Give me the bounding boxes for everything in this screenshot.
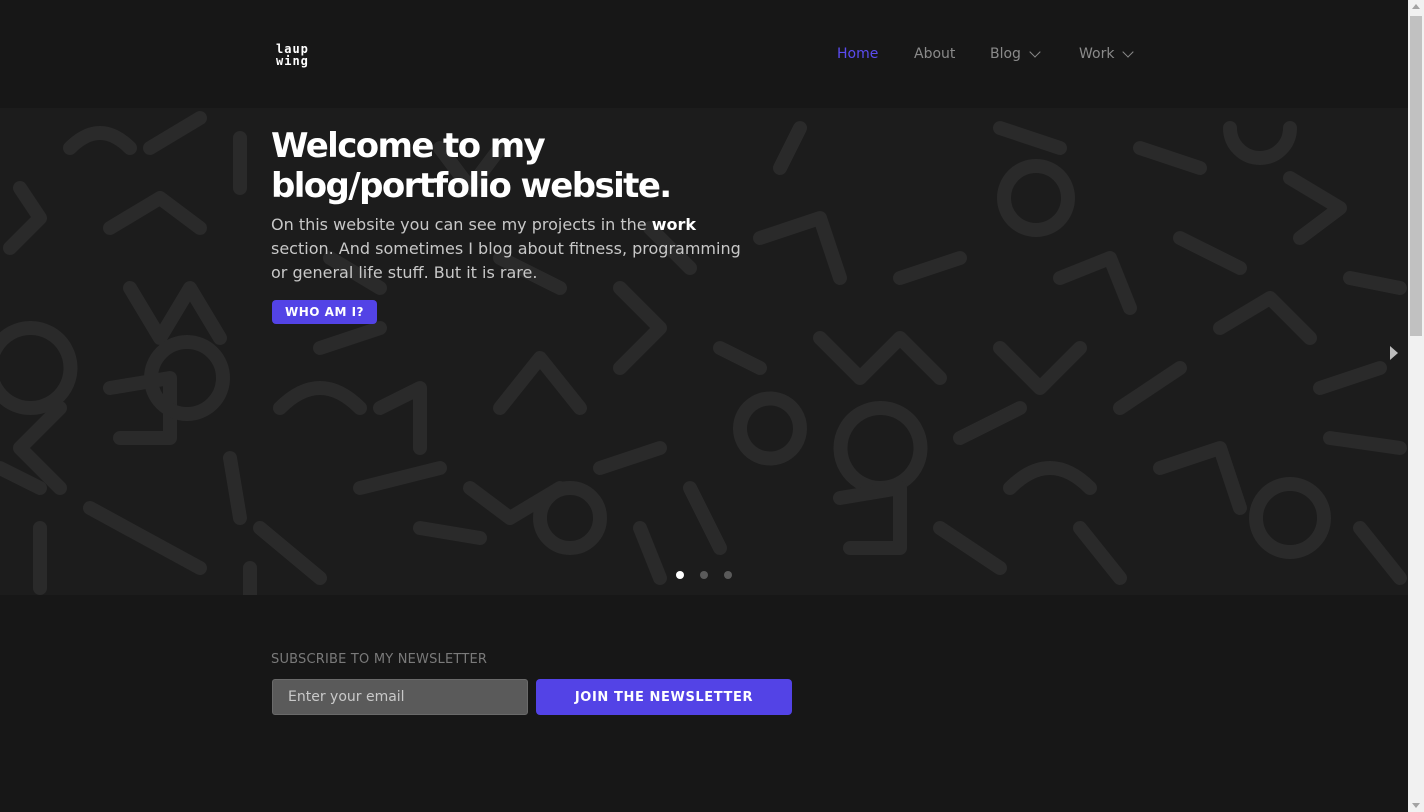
scroll-down-icon[interactable]	[1412, 803, 1420, 808]
scrollbar-thumb[interactable]	[1410, 16, 1422, 336]
hero-title-line2: blog/portfolio website.	[271, 166, 672, 206]
slider-dots	[676, 571, 732, 579]
nav-about-link[interactable]: About	[914, 44, 955, 64]
hero-description: On this website you can see my projects …	[271, 213, 741, 285]
newsletter-label: SUBSCRIBE TO MY NEWSLETTER	[271, 652, 488, 667]
scroll-up-icon[interactable]	[1412, 4, 1420, 9]
caret-right-icon[interactable]	[1390, 346, 1398, 360]
hero-title-line1: Welcome to my	[271, 126, 546, 166]
slider-dot-1[interactable]	[676, 571, 684, 579]
hero-title: Welcome to my blog/portfolio website.	[271, 126, 791, 206]
chevron-down-icon	[1029, 45, 1041, 58]
hero-slider: Welcome to my blog/portfolio website. On…	[0, 108, 1408, 595]
nav-blog-label: Blog	[990, 46, 1021, 62]
logo-text-line2: WING	[276, 53, 309, 69]
hero-text-bold: work	[651, 215, 697, 234]
nav-blog-dropdown[interactable]: Blog	[990, 44, 1041, 64]
hero-text-before: On this website you can see my projects …	[271, 215, 652, 234]
slider-dot-3[interactable]	[724, 571, 732, 579]
site-logo[interactable]: LAUP WING	[276, 43, 334, 69]
site-header: LAUP WING Home About Blog Work	[0, 0, 1408, 108]
join-newsletter-button[interactable]: JOIN THE NEWSLETTER	[536, 679, 792, 715]
email-input[interactable]	[272, 679, 528, 715]
chevron-down-icon	[1122, 45, 1135, 58]
nav-work-label: Work	[1079, 46, 1115, 62]
page-scrollbar[interactable]	[1408, 0, 1424, 812]
slider-dot-2[interactable]	[700, 571, 708, 579]
nav-work-dropdown[interactable]: Work	[1079, 44, 1135, 64]
hero-text-after: section. And sometimes I blog about fitn…	[271, 239, 741, 282]
who-am-i-button[interactable]: WHO AM I?	[272, 300, 377, 324]
nav-home-link[interactable]: Home	[837, 44, 878, 64]
page: LAUP WING Home About Blog Work	[0, 0, 1408, 812]
